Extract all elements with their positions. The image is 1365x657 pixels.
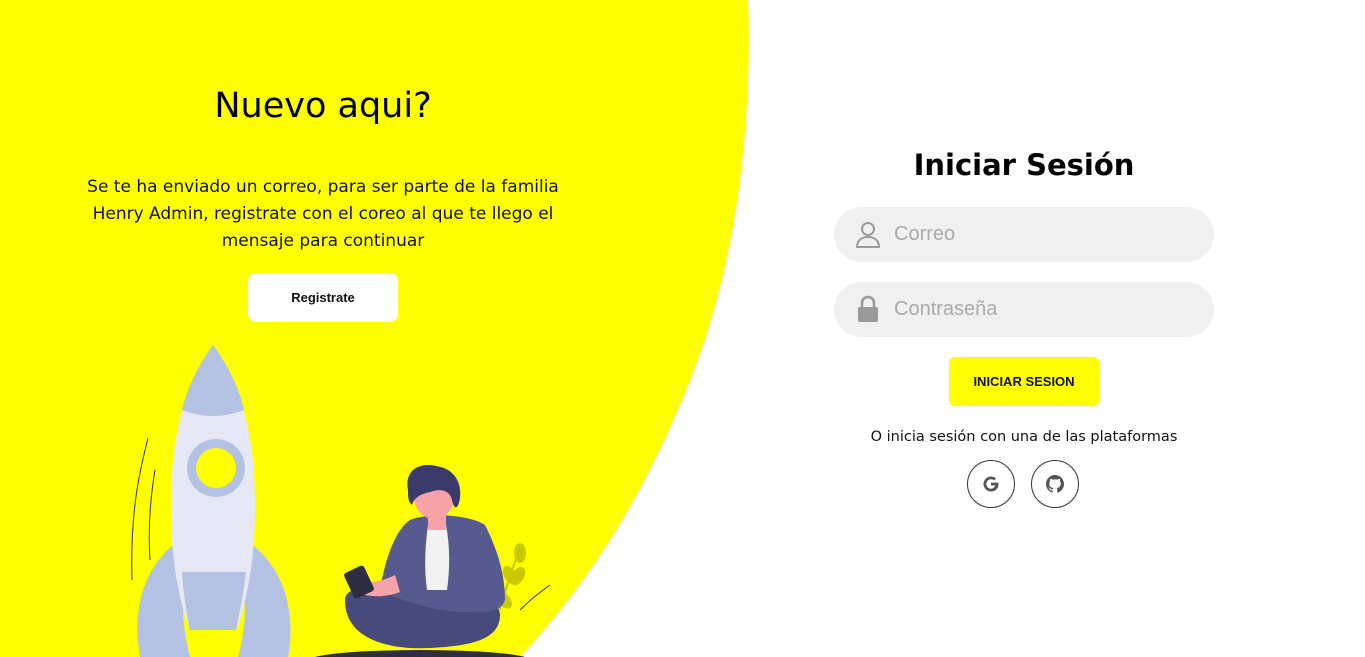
google-icon	[983, 476, 999, 492]
welcome-title: Nuevo aqui?	[214, 86, 432, 126]
user-icon	[856, 222, 880, 248]
register-button[interactable]: Registrate	[248, 273, 398, 322]
login-page: Nuevo aqui? Se te ha enviado un correo, …	[0, 0, 1365, 657]
password-input[interactable]	[894, 282, 1194, 337]
email-field[interactable]	[834, 207, 1214, 262]
welcome-description: Se te ha enviado un correo, para ser par…	[87, 177, 559, 251]
login-title: Iniciar Sesión	[913, 148, 1135, 182]
google-login-button[interactable]	[967, 460, 1015, 508]
lock-icon	[858, 295, 878, 322]
login-submit-button[interactable]: INICIAR SESION	[949, 357, 1099, 406]
social-login-text: O inicia sesión con una de las plataform…	[870, 429, 1178, 445]
left-welcome-panel: Nuevo aqui? Se te ha enviado un correo, …	[0, 0, 646, 340]
github-login-button[interactable]	[1031, 460, 1079, 508]
github-icon	[1046, 475, 1064, 493]
email-input[interactable]	[894, 207, 1194, 262]
password-field[interactable]	[834, 282, 1214, 337]
